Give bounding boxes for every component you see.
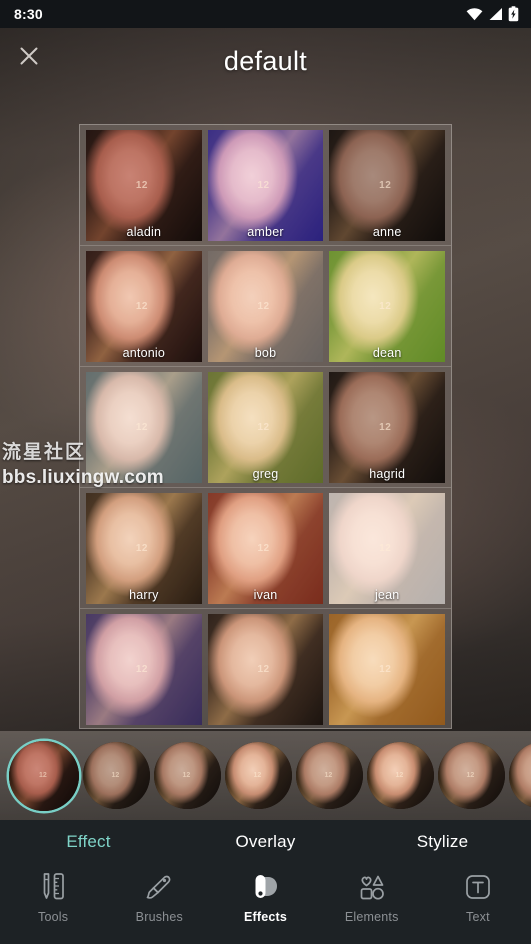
battery-charging-icon	[508, 6, 519, 22]
filter-grid-row: 12 aladin 12 amber 12 anne	[80, 125, 451, 246]
nav-item-elements[interactable]: Elements	[319, 870, 425, 924]
preset-badge: 12	[39, 771, 47, 779]
text-box-icon	[462, 870, 494, 904]
filter-thumbnail[interactable]: 12	[329, 614, 446, 725]
preset-filter-tint	[509, 742, 531, 809]
cellular-signal-icon	[489, 8, 502, 20]
filter-thumbnail[interactable]: 12	[207, 614, 324, 725]
page-title: default	[223, 46, 308, 76]
thumbnail-filter-tint	[329, 614, 446, 725]
filter-grid-panel[interactable]: 12 aladin 12 amber 12 anne 12 antonio 12 bob 12 dea…	[79, 124, 452, 729]
status-bar-clock: 8:30	[14, 6, 43, 22]
pencil-ruler-icon	[38, 870, 68, 904]
filter-thumbnail-hagrid[interactable]: 12 hagrid	[329, 372, 446, 483]
shapes-icon	[356, 870, 388, 904]
nav-item-label: Text	[466, 910, 490, 924]
preset-badge: 12	[253, 771, 262, 779]
thumbnail-filter-tint	[86, 372, 202, 483]
preset-thumbnail[interactable]: 12	[83, 742, 150, 809]
thumbnail-filter-tint	[207, 614, 324, 725]
wifi-icon	[466, 8, 483, 21]
nav-item-label: Brushes	[135, 910, 183, 924]
filter-thumbnail-amber[interactable]: 12 amber	[207, 130, 324, 241]
filter-thumbnail-greg[interactable]: 12 greg	[207, 372, 324, 483]
nav-item-tools[interactable]: Tools	[0, 870, 106, 924]
thumbnail-filter-tint	[329, 493, 446, 604]
filter-thumbnail-bob[interactable]: 12 bob	[207, 251, 324, 362]
filter-grid-row: 12 antonio 12 bob 12 dean	[80, 246, 451, 367]
preset-thumbnail[interactable]: 12	[509, 742, 531, 809]
nav-item-text[interactable]: Text	[425, 870, 531, 924]
thumbnail-filter-tint	[329, 130, 446, 241]
preset-badge: 12	[324, 771, 333, 779]
filter-grid-row: 12 12 12	[80, 609, 451, 728]
sub-tab-stylize[interactable]: Stylize	[354, 832, 531, 852]
nav-item-label: Elements	[344, 910, 399, 924]
preset-thumbnail[interactable]: 12	[367, 742, 434, 809]
status-bar-icons	[466, 6, 519, 22]
preset-thumbnail-strip[interactable]: 12 12 12 12 12 12 12 12	[0, 731, 531, 820]
sub-tab-overlay[interactable]: Overlay	[177, 832, 354, 852]
filter-thumbnail-dean[interactable]: 12 dean	[329, 251, 446, 362]
thumbnail-filter-tint	[207, 251, 324, 362]
thumbnail-filter-tint	[207, 130, 324, 241]
preset-thumbnail[interactable]: 12	[296, 742, 363, 809]
preset-thumbnail[interactable]: 12	[154, 742, 221, 809]
status-bar: 8:30	[0, 0, 531, 28]
thumbnail-filter-tint	[86, 130, 202, 241]
nav-item-label: Effects	[243, 910, 288, 924]
sub-tab-effect[interactable]: Effect	[0, 832, 177, 852]
preset-thumbnail-selected[interactable]: 12	[9, 740, 79, 811]
filter-thumbnail-jean[interactable]: 12 jean	[329, 493, 446, 604]
preset-badge: 12	[111, 771, 120, 779]
preset-badge: 12	[395, 771, 404, 779]
sub-tab-bar[interactable]: Effect Overlay Stylize	[0, 820, 531, 864]
preset-badge: 12	[182, 771, 191, 779]
preset-thumbnail[interactable]: 12	[438, 742, 505, 809]
nav-item-label: Tools	[38, 910, 69, 924]
filter-thumbnail-harry[interactable]: 12 harry	[86, 493, 202, 604]
header-bar: default	[0, 28, 531, 100]
bottom-nav-bar[interactable]: Tools Brushes Effects Elements Text	[0, 864, 531, 944]
filter-thumbnail[interactable]: 12	[86, 372, 202, 483]
filter-thumbnail[interactable]: 12	[86, 614, 202, 725]
preset-badge: 12	[466, 771, 475, 779]
thumbnail-filter-tint	[207, 493, 324, 604]
nav-item-brushes[interactable]: Brushes	[106, 870, 212, 924]
thumbnail-filter-tint	[86, 493, 202, 604]
brush-icon	[143, 870, 175, 904]
nav-item-effects[interactable]: Effects	[212, 870, 318, 924]
thumbnail-filter-tint	[86, 251, 202, 362]
filter-thumbnail-ivan[interactable]: 12 ivan	[207, 493, 324, 604]
bottom-panel: Effect Overlay Stylize Tools Brushes Effects…	[0, 820, 531, 944]
thumbnail-filter-tint	[329, 251, 446, 362]
filter-thumbnail-anne[interactable]: 12 anne	[329, 130, 446, 241]
thumbnail-filter-tint	[86, 614, 202, 725]
thumbnail-filter-tint	[207, 372, 324, 483]
preset-thumbnail[interactable]: 12	[225, 742, 292, 809]
filter-grid-row: 12 harry 12 ivan 12 jean	[80, 488, 451, 609]
filter-thumbnail-aladin[interactable]: 12 aladin	[86, 130, 202, 241]
thumbnail-filter-tint	[329, 372, 446, 483]
filter-thumbnail-antonio[interactable]: 12 antonio	[86, 251, 202, 362]
effects-icon	[251, 870, 281, 904]
filter-grid-row: 12 12 greg 12 hagrid	[80, 367, 451, 488]
